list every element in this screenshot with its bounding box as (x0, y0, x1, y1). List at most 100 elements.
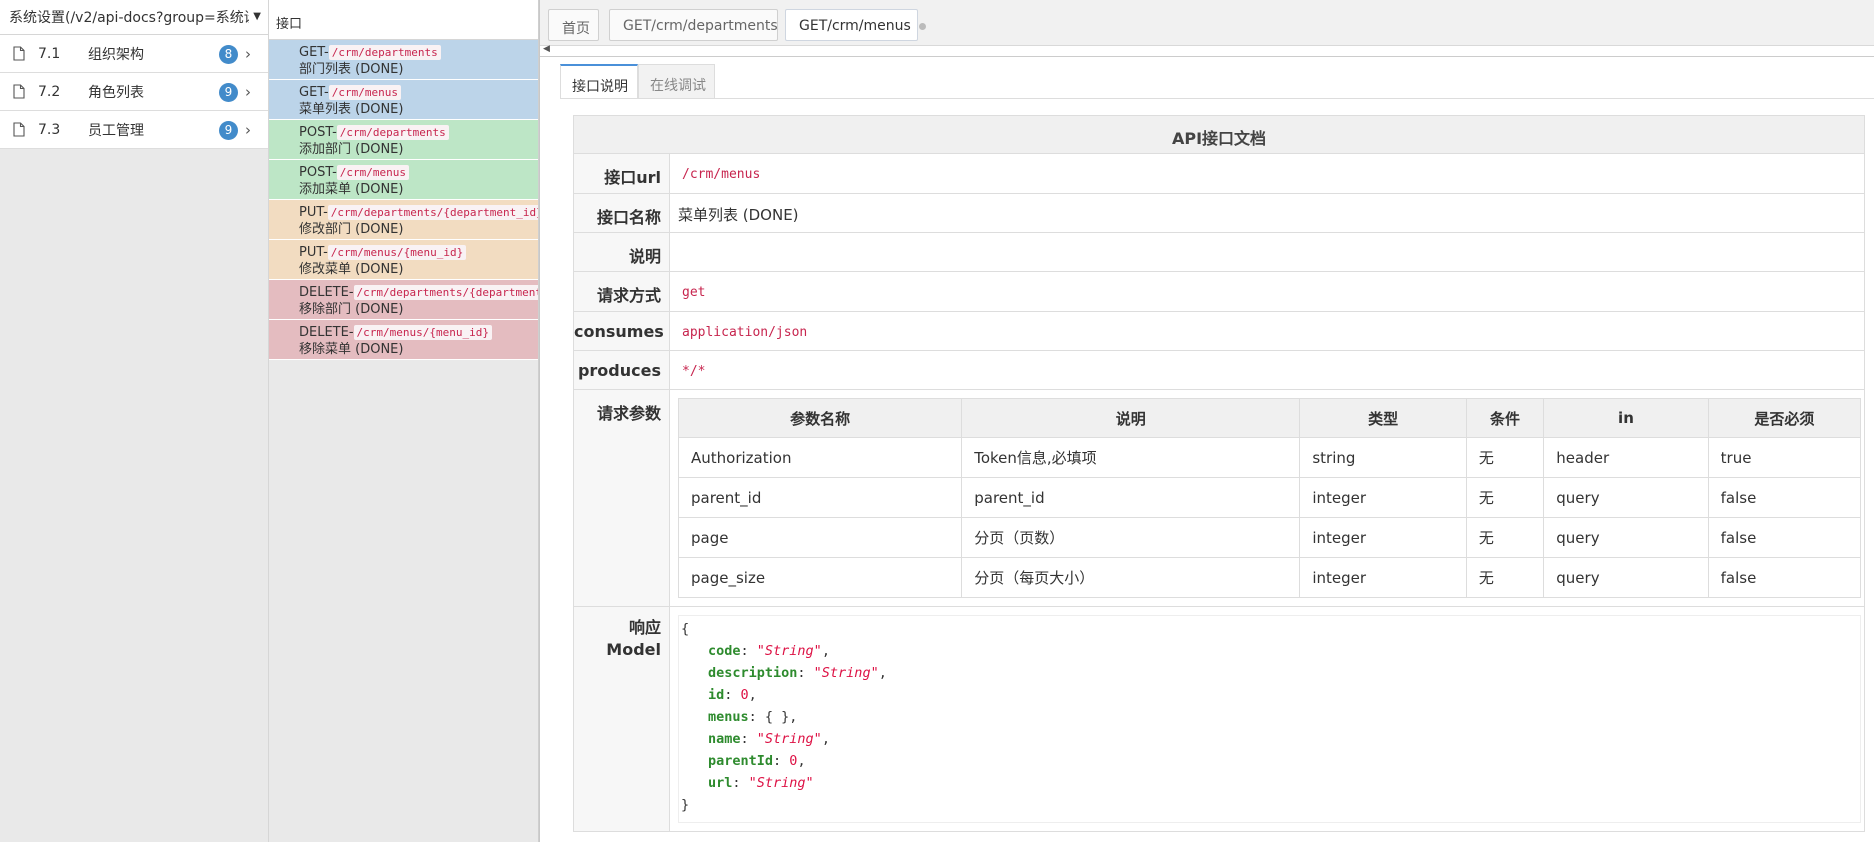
api-list-item[interactable]: DELETE-/crm/menus/{menu_id} 移除菜单 (DONE) (269, 320, 538, 360)
nav-item-label: 角色列表 (88, 84, 144, 101)
params-body: Authorization Token信息,必填项 string 无 header tru… (677, 437, 1862, 598)
model-field: url: "String" (708, 775, 814, 791)
nav-item[interactable]: 7.1 组织架构 8 › (0, 35, 268, 73)
api-method: GET- (299, 85, 329, 100)
api-list-item[interactable]: PUT-/crm/menus/{menu_id} 修改菜单 (DONE) (269, 240, 538, 280)
table-cell: false (1707, 517, 1862, 558)
group-select[interactable]: 系统设置(/v2/api-docs?group=系统设置) ▼ (0, 0, 268, 35)
model-key: url (708, 775, 733, 791)
api-name: 部门列表 (DONE) (299, 62, 404, 77)
doc-title: API接口文档 (574, 116, 1864, 154)
tab-get-departments[interactable]: GET/crm/departments (609, 9, 793, 41)
table-cell: 无 (1465, 517, 1545, 558)
produces-code: */* (682, 364, 706, 379)
api-list-item[interactable]: GET-/crm/departments 部门列表 (DONE) (269, 40, 538, 80)
subtab-doc[interactable]: 接口说明 (560, 64, 638, 99)
nav-item-label: 员工管理 (88, 122, 144, 139)
row-key: 接口名称 (574, 194, 670, 232)
api-list-item[interactable]: POST-/crm/departments 添加部门 (DONE) (269, 120, 538, 160)
document-icon (13, 46, 25, 61)
model-value: { } (764, 709, 790, 725)
api-line: PUT-/crm/menus/{menu_id} (299, 244, 538, 261)
api-name: 移除部门 (DONE) (299, 302, 404, 317)
count-badge: 9 (219, 121, 238, 140)
api-method: POST- (299, 125, 337, 140)
params-header-row: 参数名称 说明 类型 条件 in 是否必须 (677, 398, 1862, 438)
api-list-item[interactable]: DELETE-/crm/departments/{department_id}移… (269, 280, 538, 320)
api-line: DELETE-/crm/menus/{menu_id} (299, 324, 538, 341)
tab-get-menus[interactable]: GET/crm/menus (785, 9, 926, 41)
api-list-item[interactable]: PUT-/crm/departments/{department_id} 修改部门… (269, 200, 538, 240)
model-field: name: "String", (708, 731, 830, 747)
url-code: /crm/menus (682, 167, 761, 182)
api-path: /crm/departments/{department_id} (353, 285, 538, 300)
tab-label: 首页 (562, 21, 590, 37)
table-cell: parent_id (677, 477, 963, 518)
api-name: 添加菜单 (DONE) (299, 182, 404, 197)
group-select-value: 系统设置(/v2/api-docs?group=系统设置) (9, 10, 249, 26)
table-row: parent_id parent_id integer 无 query false (677, 477, 1862, 518)
table-row: page 分页（页数） integer 无 query false (677, 517, 1862, 558)
table-cell: integer (1299, 557, 1467, 598)
table-cell: page (677, 517, 963, 558)
row-key: 说明 (574, 233, 670, 271)
row-name: 接口名称 菜单列表 (DONE) (574, 194, 1864, 233)
api-name: 添加部门 (DONE) (299, 142, 404, 157)
row-key: 请求参数 (574, 390, 670, 606)
model-value: "String" (813, 665, 879, 681)
model-field: code: "String", (708, 643, 830, 659)
api-method: PUT- (299, 205, 328, 220)
row-desc: 说明 (574, 233, 1864, 272)
api-method: PUT- (299, 245, 328, 260)
api-path: /crm/departments (328, 45, 441, 60)
nav-item-number: 7.1 (38, 45, 61, 62)
row-produces: produces */* (574, 351, 1864, 390)
nav-item-number: 7.2 (38, 83, 61, 100)
nav-item-label: 组织架构 (88, 46, 144, 63)
chevron-right-icon: › (245, 45, 251, 63)
table-cell: query (1543, 517, 1709, 558)
api-list-panel: 接口 GET-/crm/departments 部门列表 (DONE) GET-/c… (269, 0, 539, 842)
nav-item[interactable]: 7.2 角色列表 9 › (0, 73, 268, 111)
params-header-cell: 参数名称 (677, 398, 963, 438)
api-list-item[interactable]: GET-/crm/menus 菜单列表 (DONE) (269, 80, 538, 120)
row-value: get (670, 272, 1864, 311)
api-list-item[interactable]: POST-/crm/menus 添加菜单 (DONE) (269, 160, 538, 200)
row-url: 接口url /crm/menus (574, 154, 1864, 194)
scroll-left-icon[interactable]: ◀ (543, 44, 550, 54)
row-value: {code: "String", description: "String", id… (670, 607, 1864, 831)
row-method: 请求方式 get (574, 272, 1864, 312)
api-doc-panel: API接口文档 接口url /crm/menus 接口名称 菜单列表 (DONE… (573, 115, 1865, 832)
table-cell: query (1543, 557, 1709, 598)
subtab-label: 在线调试 (650, 78, 706, 94)
tab-home[interactable]: 首页 (548, 9, 599, 41)
subtab-label: 接口说明 (572, 79, 628, 95)
api-path: /crm/departments/{department_id} (327, 205, 538, 220)
nav-item[interactable]: 7.3 员工管理 9 › (0, 111, 268, 149)
table-cell: false (1707, 557, 1862, 598)
row-model: 响应 Model {code: "String", description: "S… (574, 607, 1864, 831)
subtab-debug[interactable]: 在线调试 (638, 64, 715, 99)
params-header-cell: in (1543, 398, 1709, 438)
document-icon (13, 122, 25, 137)
api-name: 修改部门 (DONE) (299, 222, 404, 237)
chevron-right-icon: › (245, 121, 251, 139)
close-dot-icon[interactable] (918, 22, 926, 30)
params-header-cell: 条件 (1465, 398, 1545, 438)
row-key: produces (574, 351, 670, 389)
api-path: /crm/menus/{menu_id} (353, 325, 492, 340)
table-cell: header (1543, 437, 1709, 478)
group-sidebar: 系统设置(/v2/api-docs?group=系统设置) ▼ 7.1 组织架构 8… (0, 0, 269, 842)
table-cell: Token信息,必填项 (961, 437, 1301, 478)
model-value: 0 (789, 753, 798, 769)
table-cell: 分页（页数） (961, 517, 1301, 558)
api-path: /crm/menus/{menu_id} (327, 245, 467, 260)
count-badge: 8 (219, 45, 238, 64)
table-cell: integer (1299, 517, 1467, 558)
tab-scroll-strip: ◀ (540, 44, 1874, 57)
caret-down-icon: ▼ (253, 11, 261, 22)
api-name: 菜单列表 (DONE) (299, 102, 404, 117)
model-key: code (708, 643, 741, 659)
row-consumes: consumes application/json (574, 312, 1864, 351)
model-key: id (708, 687, 725, 703)
